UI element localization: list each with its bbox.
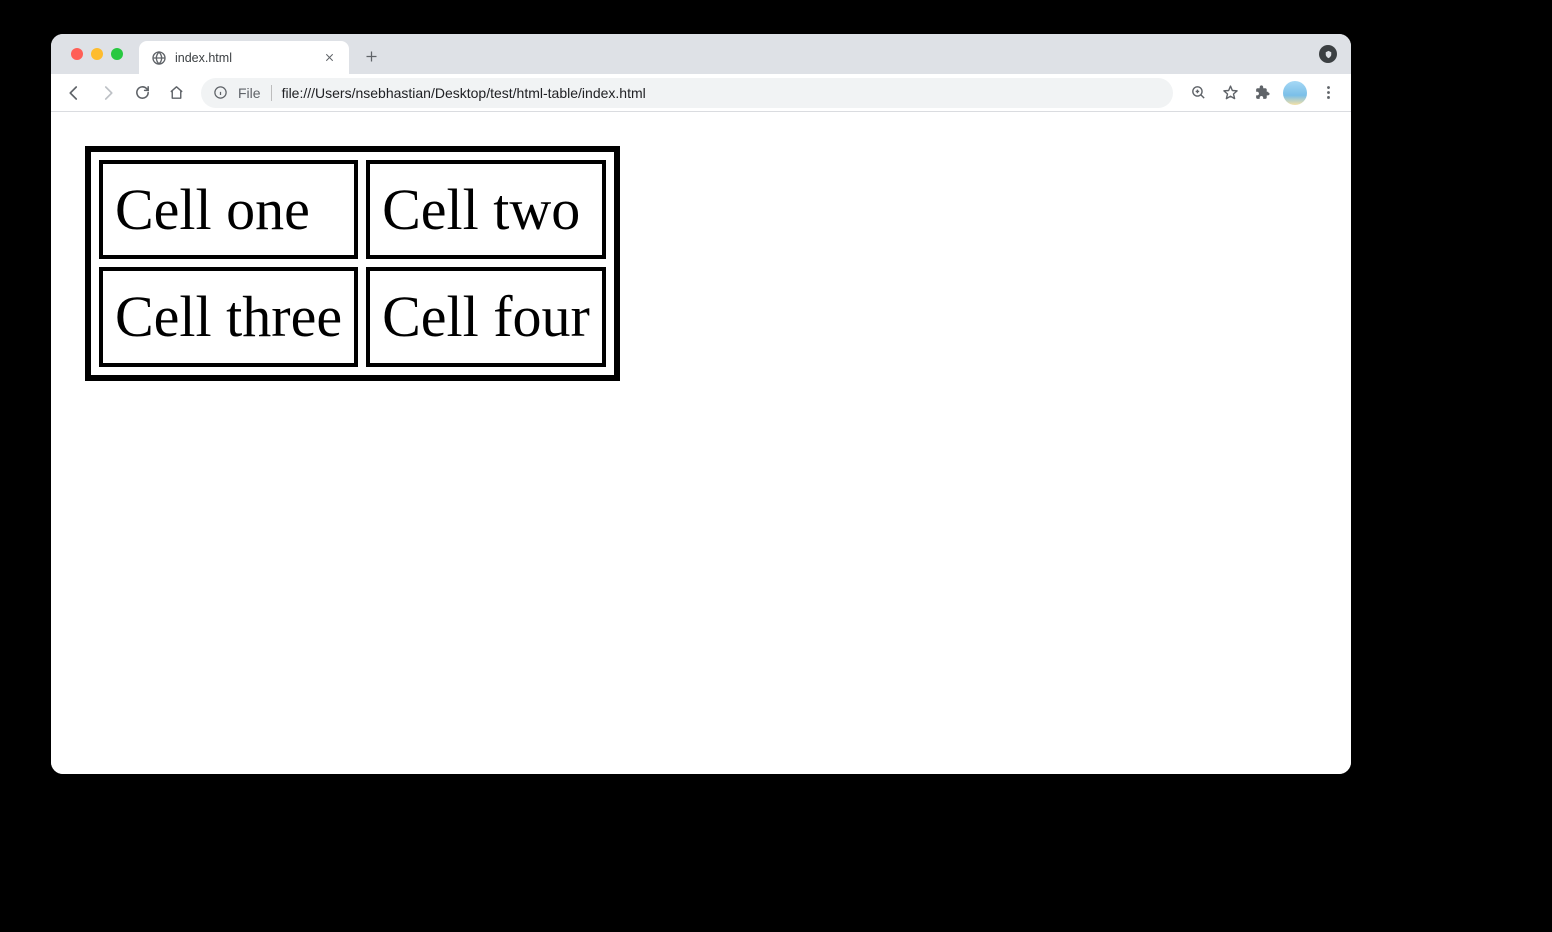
- back-button[interactable]: [59, 78, 89, 108]
- address-bar[interactable]: File file:///Users/nsebhastian/Desktop/t…: [201, 78, 1173, 108]
- page-viewport: Cell one Cell two Cell three Cell four: [51, 112, 1351, 774]
- content-table: Cell one Cell two Cell three Cell four: [85, 146, 620, 381]
- browser-tab[interactable]: index.html: [139, 41, 349, 74]
- tab-title: index.html: [175, 51, 313, 65]
- home-button[interactable]: [161, 78, 191, 108]
- maximize-window-button[interactable]: [111, 48, 123, 60]
- profile-indicator-icon[interactable]: [1319, 45, 1337, 63]
- origin-label: File: [238, 85, 261, 101]
- forward-button[interactable]: [93, 78, 123, 108]
- globe-icon: [151, 50, 167, 66]
- site-info-icon[interactable]: [213, 85, 228, 100]
- close-tab-button[interactable]: [321, 50, 337, 66]
- table-row: Cell three Cell four: [99, 267, 606, 366]
- reload-button[interactable]: [127, 78, 157, 108]
- url-text: file:///Users/nsebhastian/Desktop/test/h…: [282, 85, 646, 101]
- table-cell: Cell four: [366, 267, 606, 366]
- avatar[interactable]: [1283, 81, 1307, 105]
- table-row: Cell one Cell two: [99, 160, 606, 259]
- toolbar-actions: [1183, 78, 1343, 108]
- new-tab-button[interactable]: [357, 42, 385, 70]
- extensions-icon[interactable]: [1247, 78, 1277, 108]
- window-controls: [63, 34, 139, 74]
- browser-window: index.html: [51, 34, 1351, 774]
- separator: [271, 85, 272, 101]
- menu-button[interactable]: [1313, 78, 1343, 108]
- close-window-button[interactable]: [71, 48, 83, 60]
- table-cell: Cell two: [366, 160, 606, 259]
- minimize-window-button[interactable]: [91, 48, 103, 60]
- table-cell: Cell three: [99, 267, 358, 366]
- toolbar: File file:///Users/nsebhastian/Desktop/t…: [51, 74, 1351, 112]
- zoom-icon[interactable]: [1183, 78, 1213, 108]
- tab-bar: index.html: [51, 34, 1351, 74]
- bookmark-icon[interactable]: [1215, 78, 1245, 108]
- table-cell: Cell one: [99, 160, 358, 259]
